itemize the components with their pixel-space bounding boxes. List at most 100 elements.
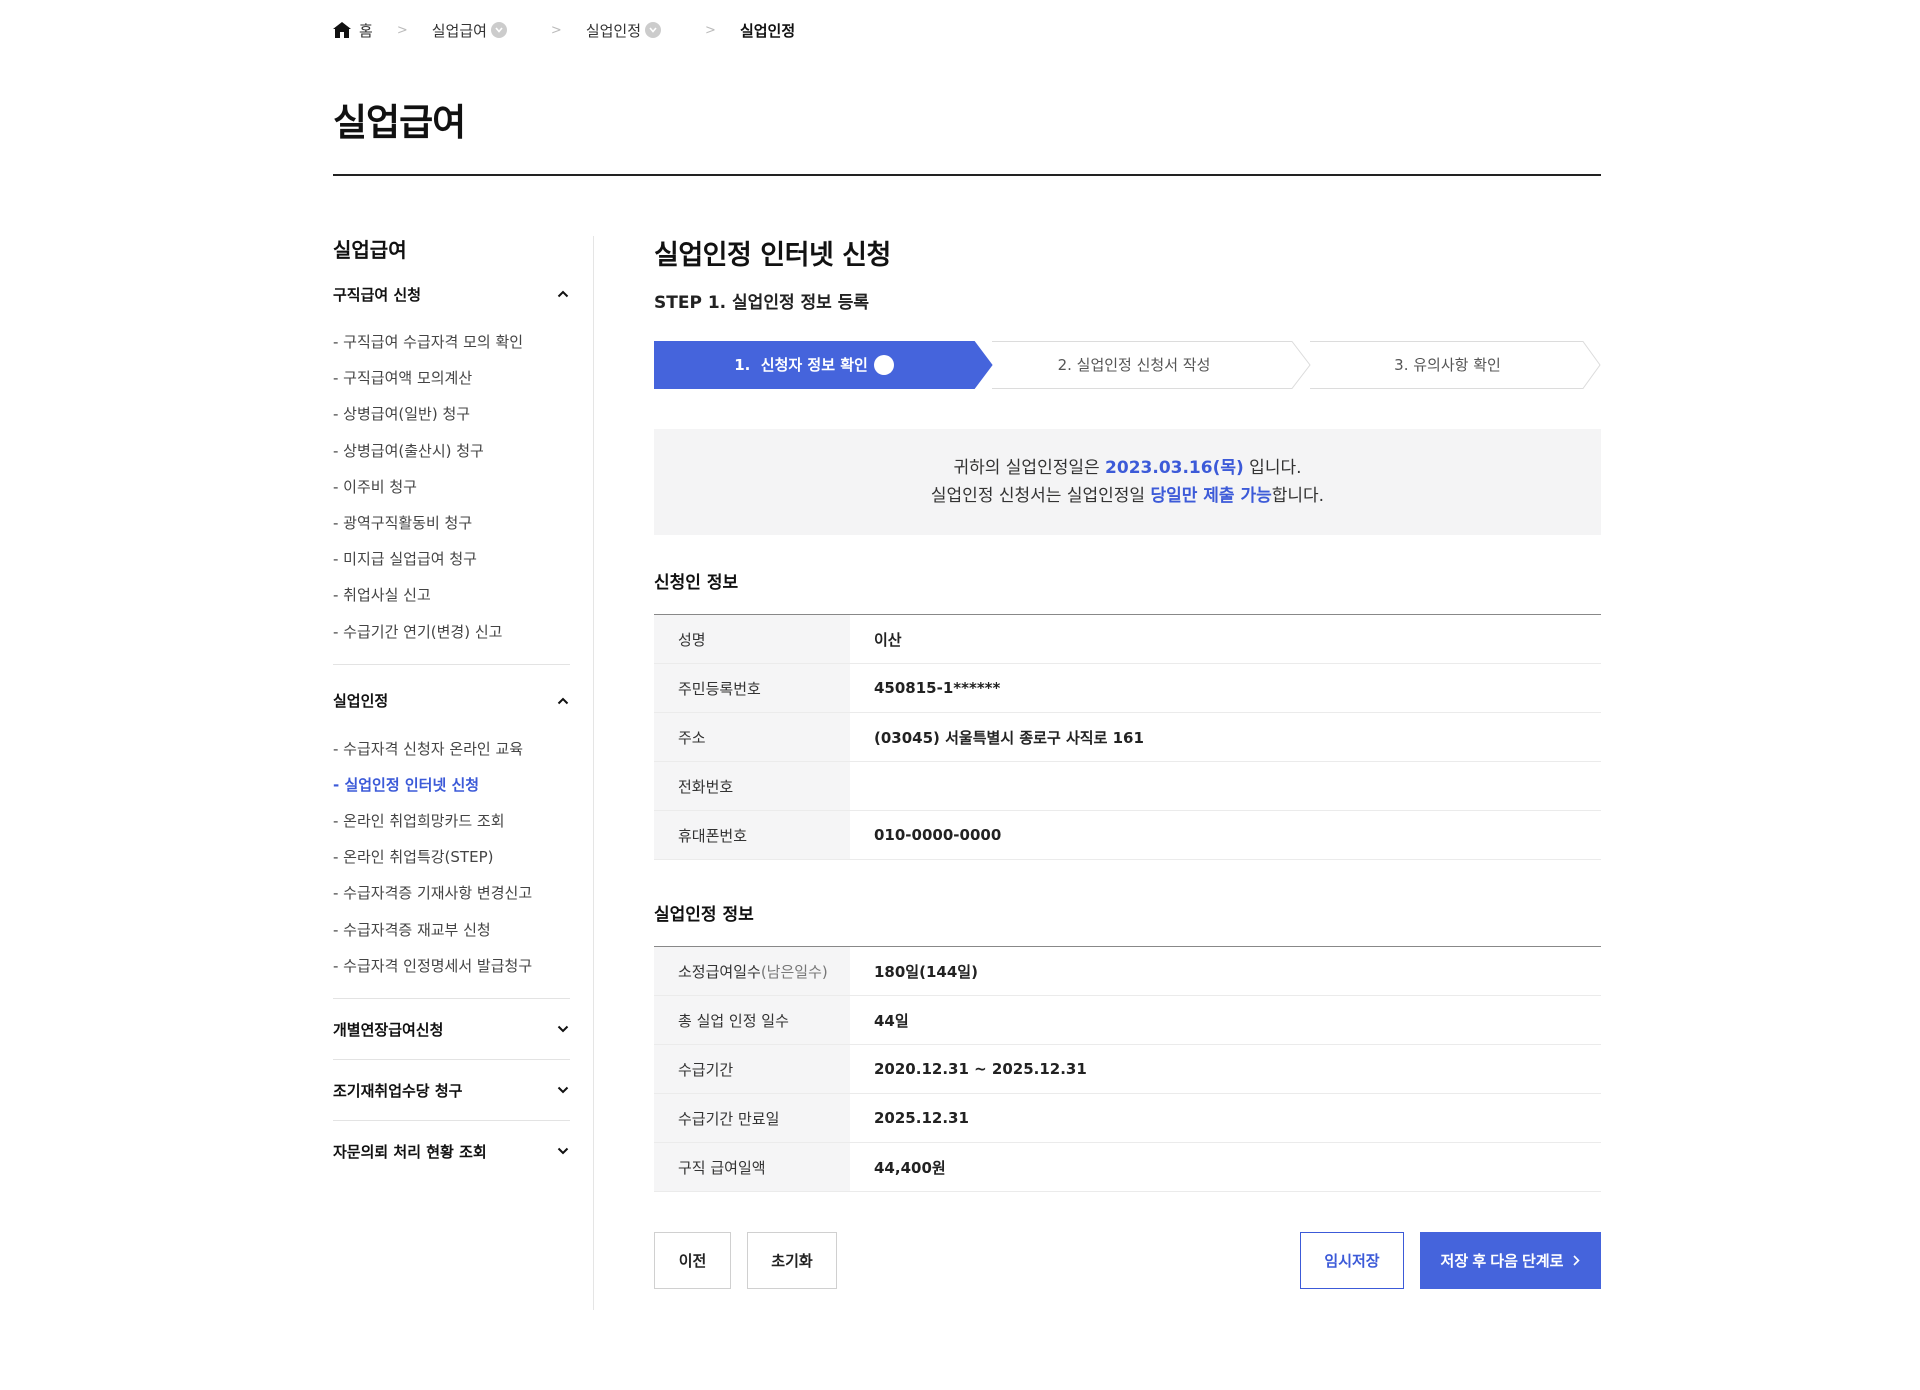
table-row: 주소 (03045) 서울특별시 종로구 사직로 161 (654, 712, 1601, 762)
sidebar-item[interactable]: - 상병급여(출산시) 청구 (333, 433, 570, 469)
sidebar-item[interactable]: - 수급자격증 기재사항 변경신고 (333, 875, 570, 911)
chevron-right-icon (1573, 1255, 1581, 1266)
notice-line-1: 귀하의 실업인정일은 2023.03.16(목) 입니다. (654, 454, 1601, 482)
page-title: 실업급여 (333, 101, 466, 144)
row-label: 총 실업 인정 일수 (654, 995, 850, 1045)
table-row: 수급기간 만료일 2025.12.31 (654, 1093, 1601, 1143)
sidebar-item[interactable]: - 이주비 청구 (333, 469, 570, 505)
row-label-sub: (남은일수) (760, 962, 828, 981)
notice-line-2: 실업인정 신청서는 실업인정일 당일만 제출 가능합니다. (654, 482, 1601, 510)
sidebar-group-label: 실업인정 (333, 692, 389, 711)
sidebar-item[interactable]: - 광역구직활동비 청구 (333, 505, 570, 541)
row-value: 2025.12.31 (874, 1109, 969, 1127)
breadcrumb-current: 실업인정 (739, 21, 796, 40)
chevron-down-icon (556, 1144, 570, 1158)
sidebar-item[interactable]: - 수급자격 인정명세서 발급청구 (333, 948, 570, 984)
applicant-info-table: 성명 이산 주민등록번호 450815-1****** 주소 (03045) 서울특별… (654, 614, 1601, 860)
reset-button[interactable]: 초기화 (747, 1232, 837, 1289)
notice-text: 입니다. (1243, 458, 1302, 478)
home-icon (333, 22, 351, 38)
table-row: 주민등록번호 450815-1****** (654, 663, 1601, 713)
sidebar-item[interactable]: - 수급기간 연기(변경) 신고 (333, 614, 570, 650)
chevron-up-icon (556, 694, 570, 708)
row-label: 수급기간 (654, 1044, 850, 1094)
sidebar-group-header[interactable]: 조기재취업수당 청구 (333, 1060, 570, 1120)
sidebar-group-early-reemployment: 조기재취업수당 청구 (333, 1060, 570, 1121)
recognition-date: 2023.03.16(목) (1105, 458, 1244, 478)
row-value: 010-0000-0000 (874, 826, 1002, 844)
row-label-text: 소정급여일수 (678, 962, 761, 981)
row-value: 180일(144일) (874, 962, 978, 981)
sidebar-item[interactable]: - 미지급 실업급여 청구 (333, 541, 570, 577)
step-label: STEP 1. 실업인정 정보 등록 (654, 293, 869, 313)
sidebar: 실업급여 구직급여 신청 - 구직급여 수급자격 모의 확인 - 구직급여액 모… (333, 236, 570, 1181)
row-value: 44,400원 (874, 1158, 946, 1177)
temp-save-button[interactable]: 임시저장 (1300, 1232, 1404, 1289)
sidebar-group-unemployment-recognition: 실업인정 - 수급자격 신청자 온라인 교육 - 실업인정 인터넷 신청 - 온… (333, 671, 570, 999)
chevron-down-icon (556, 1022, 570, 1036)
sidebar-group-job-seeking: 구직급여 신청 - 구직급여 수급자격 모의 확인 - 구직급여액 모의계산 -… (333, 264, 570, 665)
sidebar-item[interactable]: - 구직급여액 모의계산 (333, 360, 570, 396)
breadcrumb-home[interactable]: 홈 (333, 20, 373, 41)
sidebar-list: - 구직급여 수급자격 모의 확인 - 구직급여액 모의계산 - 상병급여(일반… (333, 324, 570, 664)
chevron-down-icon[interactable] (490, 22, 507, 38)
step-2: 2. 실업인정 신청서 작성 (1057, 356, 1211, 374)
breadcrumb-level2[interactable]: 실업인정 (585, 20, 662, 41)
step-1-label: 1. 신청자 정보 확인 (734, 356, 868, 374)
unemployment-info-table: 소정급여일수(남은일수) 180일(144일) 총 실업 인정 일수 44일 수급기… (654, 946, 1601, 1192)
sidebar-item[interactable]: - 상병급여(일반) 청구 (333, 396, 570, 432)
table-row: 소정급여일수(남은일수) 180일(144일) (654, 946, 1601, 996)
notice-highlight: 당일만 제출 가능 (1150, 486, 1272, 506)
sidebar-item[interactable]: - 취업사실 신고 (333, 577, 570, 613)
sidebar-group-label: 개별연장급여신청 (333, 1020, 444, 1039)
sidebar-group-individual-extension: 개별연장급여신청 (333, 999, 570, 1060)
notice-box: 귀하의 실업인정일은 2023.03.16(목) 입니다. 실업인정 신청서는 … (654, 429, 1601, 535)
table-row: 성명 이산 (654, 614, 1601, 664)
sidebar-group-header[interactable]: 자문의뢰 처리 현황 조회 (333, 1121, 570, 1181)
table-row: 구직 급여일액 44,400원 (654, 1142, 1601, 1192)
breadcrumb-level1[interactable]: 실업급여 (432, 20, 507, 41)
sidebar-group-label: 조기재취업수당 청구 (333, 1081, 463, 1100)
chevron-right-icon: > (550, 22, 562, 38)
sidebar-group-header[interactable]: 구직급여 신청 (333, 264, 570, 324)
breadcrumb-level1-label: 실업급여 (431, 21, 487, 40)
breadcrumb: 홈 > 실업급여 > 실업인정 > 실업인정 (333, 18, 795, 42)
chevron-up-icon (556, 287, 570, 301)
sidebar-item[interactable]: - 수급자격증 재교부 신청 (333, 912, 570, 948)
sidebar-item[interactable]: - 온라인 취업희망카드 조회 (333, 803, 570, 839)
breadcrumb-level2-label: 실업인정 (585, 21, 642, 40)
notice-text: 합니다. (1271, 486, 1325, 506)
sidebar-group-header[interactable]: 실업인정 (333, 671, 570, 731)
row-value: 44일 (874, 1011, 909, 1030)
chevron-right-icon: > (705, 22, 716, 38)
row-label: 성명 (654, 614, 850, 664)
title-divider (333, 174, 1601, 176)
row-label: 소정급여일수(남은일수) (654, 946, 850, 996)
table-row: 총 실업 인정 일수 44일 (654, 995, 1601, 1045)
sidebar-divider (593, 236, 594, 1310)
row-label: 전화번호 (654, 761, 850, 811)
sidebar-group-consultation-status: 자문의뢰 처리 현황 조회 (333, 1121, 570, 1181)
prev-button[interactable]: 이전 (654, 1232, 731, 1289)
chevron-right-icon: > (396, 22, 408, 38)
sidebar-item[interactable]: - 수급자격 신청자 온라인 교육 (333, 731, 570, 767)
breadcrumb-home-label: 홈 (359, 21, 373, 40)
notice-text: 귀하의 실업인정일은 (953, 458, 1106, 478)
row-value (850, 762, 1601, 811)
sidebar-group-label: 자문의뢰 처리 현황 조회 (333, 1142, 487, 1161)
sidebar-item-active[interactable]: - 실업인정 인터넷 신청 (333, 767, 570, 803)
table-row: 수급기간 2020.12.31 ~ 2025.12.31 (654, 1044, 1601, 1094)
row-label: 주소 (654, 712, 850, 762)
notice-text: 실업인정 신청서는 실업인정일 (930, 486, 1151, 506)
unemployment-info-title: 실업인정 정보 (654, 905, 754, 925)
step-3: 3. 유의사항 확인 (1394, 356, 1501, 374)
sidebar-item[interactable]: - 구직급여 수급자격 모의 확인 (333, 324, 570, 360)
sidebar-item[interactable]: - 온라인 취업특강(STEP) (333, 839, 570, 875)
table-row: 휴대폰번호 010-0000-0000 (654, 810, 1601, 860)
chevron-down-icon[interactable] (645, 22, 662, 38)
row-label: 휴대폰번호 (654, 810, 850, 860)
row-value: 이산 (874, 630, 902, 649)
applicant-info-title: 신청인 정보 (654, 573, 739, 593)
save-next-button[interactable]: 저장 후 다음 단계로 (1420, 1232, 1601, 1289)
sidebar-group-header[interactable]: 개별연장급여신청 (333, 999, 570, 1059)
